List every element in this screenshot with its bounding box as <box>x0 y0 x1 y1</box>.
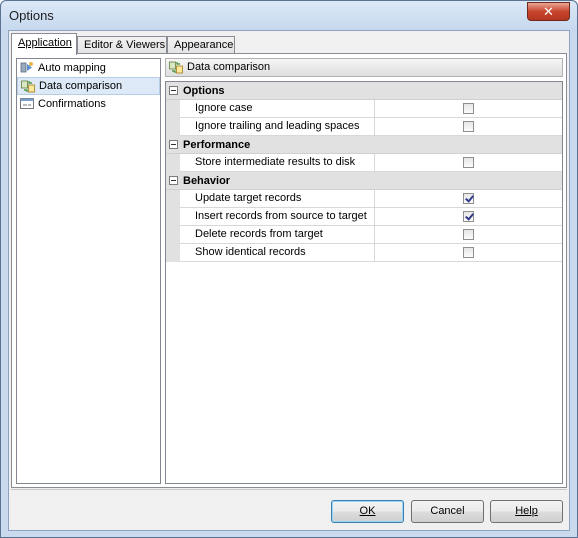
sidebar-item-confirmations[interactable]: Confirmations <box>17 95 160 113</box>
help-button[interactable]: Help <box>490 500 563 523</box>
property-row-insert-records[interactable]: Insert records from source to target <box>166 208 562 226</box>
data-comparison-icon <box>21 80 35 93</box>
category-label: Options <box>183 85 225 97</box>
property-row-ignore-case[interactable]: Ignore case <box>166 100 562 118</box>
sidebar-item-auto-mapping[interactable]: Auto mapping <box>17 59 160 77</box>
property-grid: Options Ignore case Ignore trailing and … <box>165 81 563 484</box>
row-gutter <box>166 154 180 172</box>
section-title: Data comparison <box>187 61 271 73</box>
row-gutter <box>166 190 180 208</box>
cancel-button[interactable]: Cancel <box>411 500 484 523</box>
property-label: Show identical records <box>180 244 375 262</box>
property-value <box>376 100 562 118</box>
update-target-checkbox[interactable] <box>463 193 474 204</box>
confirmations-icon <box>20 98 34 109</box>
tab-panel-application: Auto mapping Data comparison Confirmatio… <box>11 53 567 488</box>
property-label: Ignore trailing and leading spaces <box>180 118 375 136</box>
collapse-icon[interactable] <box>169 176 178 185</box>
data-comparison-icon <box>169 61 183 74</box>
property-label: Ignore case <box>180 100 375 118</box>
tab-label: Application <box>18 37 72 49</box>
options-dialog: Options ✕ Application Editor & Viewers A… <box>0 0 578 538</box>
property-value <box>376 226 562 244</box>
property-value <box>376 208 562 226</box>
row-gutter <box>166 208 180 226</box>
button-label: OK <box>359 505 376 517</box>
show-identical-checkbox[interactable] <box>463 247 474 258</box>
property-label: Store intermediate results to disk <box>180 154 375 172</box>
button-label: Help <box>515 505 538 517</box>
close-icon: ✕ <box>543 4 554 19</box>
category-behavior[interactable]: Behavior <box>166 172 562 190</box>
sidebar-item-data-comparison[interactable]: Data comparison <box>17 77 160 95</box>
divider <box>11 489 567 490</box>
property-row-show-identical[interactable]: Show identical records <box>166 244 562 262</box>
ignore-case-checkbox[interactable] <box>463 103 474 114</box>
auto-mapping-icon <box>20 62 33 73</box>
property-label: Update target records <box>180 190 375 208</box>
sidebar-item-label: Confirmations <box>38 98 106 110</box>
property-value <box>376 154 562 172</box>
row-gutter <box>166 100 180 118</box>
property-label: Insert records from source to target <box>180 208 375 226</box>
collapse-icon[interactable] <box>169 140 178 149</box>
tab-editor-viewers[interactable]: Editor & Viewers <box>77 36 167 54</box>
property-row-update-target[interactable]: Update target records <box>166 190 562 208</box>
sidebar-item-label: Auto mapping <box>38 62 106 74</box>
category-label: Behavior <box>183 175 231 187</box>
window-title: Options <box>9 8 54 23</box>
button-label: Cancel <box>430 505 465 517</box>
property-value <box>376 244 562 262</box>
tab-appearance[interactable]: Appearance <box>167 36 235 54</box>
property-value <box>376 190 562 208</box>
row-gutter <box>166 226 180 244</box>
ignore-spaces-checkbox[interactable] <box>463 121 474 132</box>
category-options[interactable]: Options <box>166 82 562 100</box>
property-label: Delete records from target <box>180 226 375 244</box>
options-content: Data comparison Options Ignore case Igno… <box>165 58 563 484</box>
dialog-client-area: Application Editor & Viewers Appearance … <box>8 30 570 531</box>
row-gutter <box>166 244 180 262</box>
close-button[interactable]: ✕ <box>527 2 570 21</box>
category-label: Performance <box>183 139 251 151</box>
ok-button[interactable]: OK <box>331 500 404 523</box>
property-row-delete-records[interactable]: Delete records from target <box>166 226 562 244</box>
tab-application[interactable]: Application <box>11 33 77 55</box>
sidebar-item-label: Data comparison <box>39 80 123 92</box>
insert-records-checkbox[interactable] <box>463 211 474 222</box>
collapse-icon[interactable] <box>169 86 178 95</box>
delete-records-checkbox[interactable] <box>463 229 474 240</box>
row-gutter <box>166 118 180 136</box>
property-row-store-to-disk[interactable]: Store intermediate results to disk <box>166 154 562 172</box>
options-tree[interactable]: Auto mapping Data comparison Confirmatio… <box>16 58 161 484</box>
property-value <box>376 118 562 136</box>
property-row-ignore-spaces[interactable]: Ignore trailing and leading spaces <box>166 118 562 136</box>
category-performance[interactable]: Performance <box>166 136 562 154</box>
title-bar[interactable]: Options ✕ <box>1 1 577 31</box>
store-to-disk-checkbox[interactable] <box>463 157 474 168</box>
tab-label: Appearance <box>174 39 234 51</box>
tab-label: Editor & Viewers <box>84 39 166 51</box>
section-header: Data comparison <box>165 58 563 77</box>
